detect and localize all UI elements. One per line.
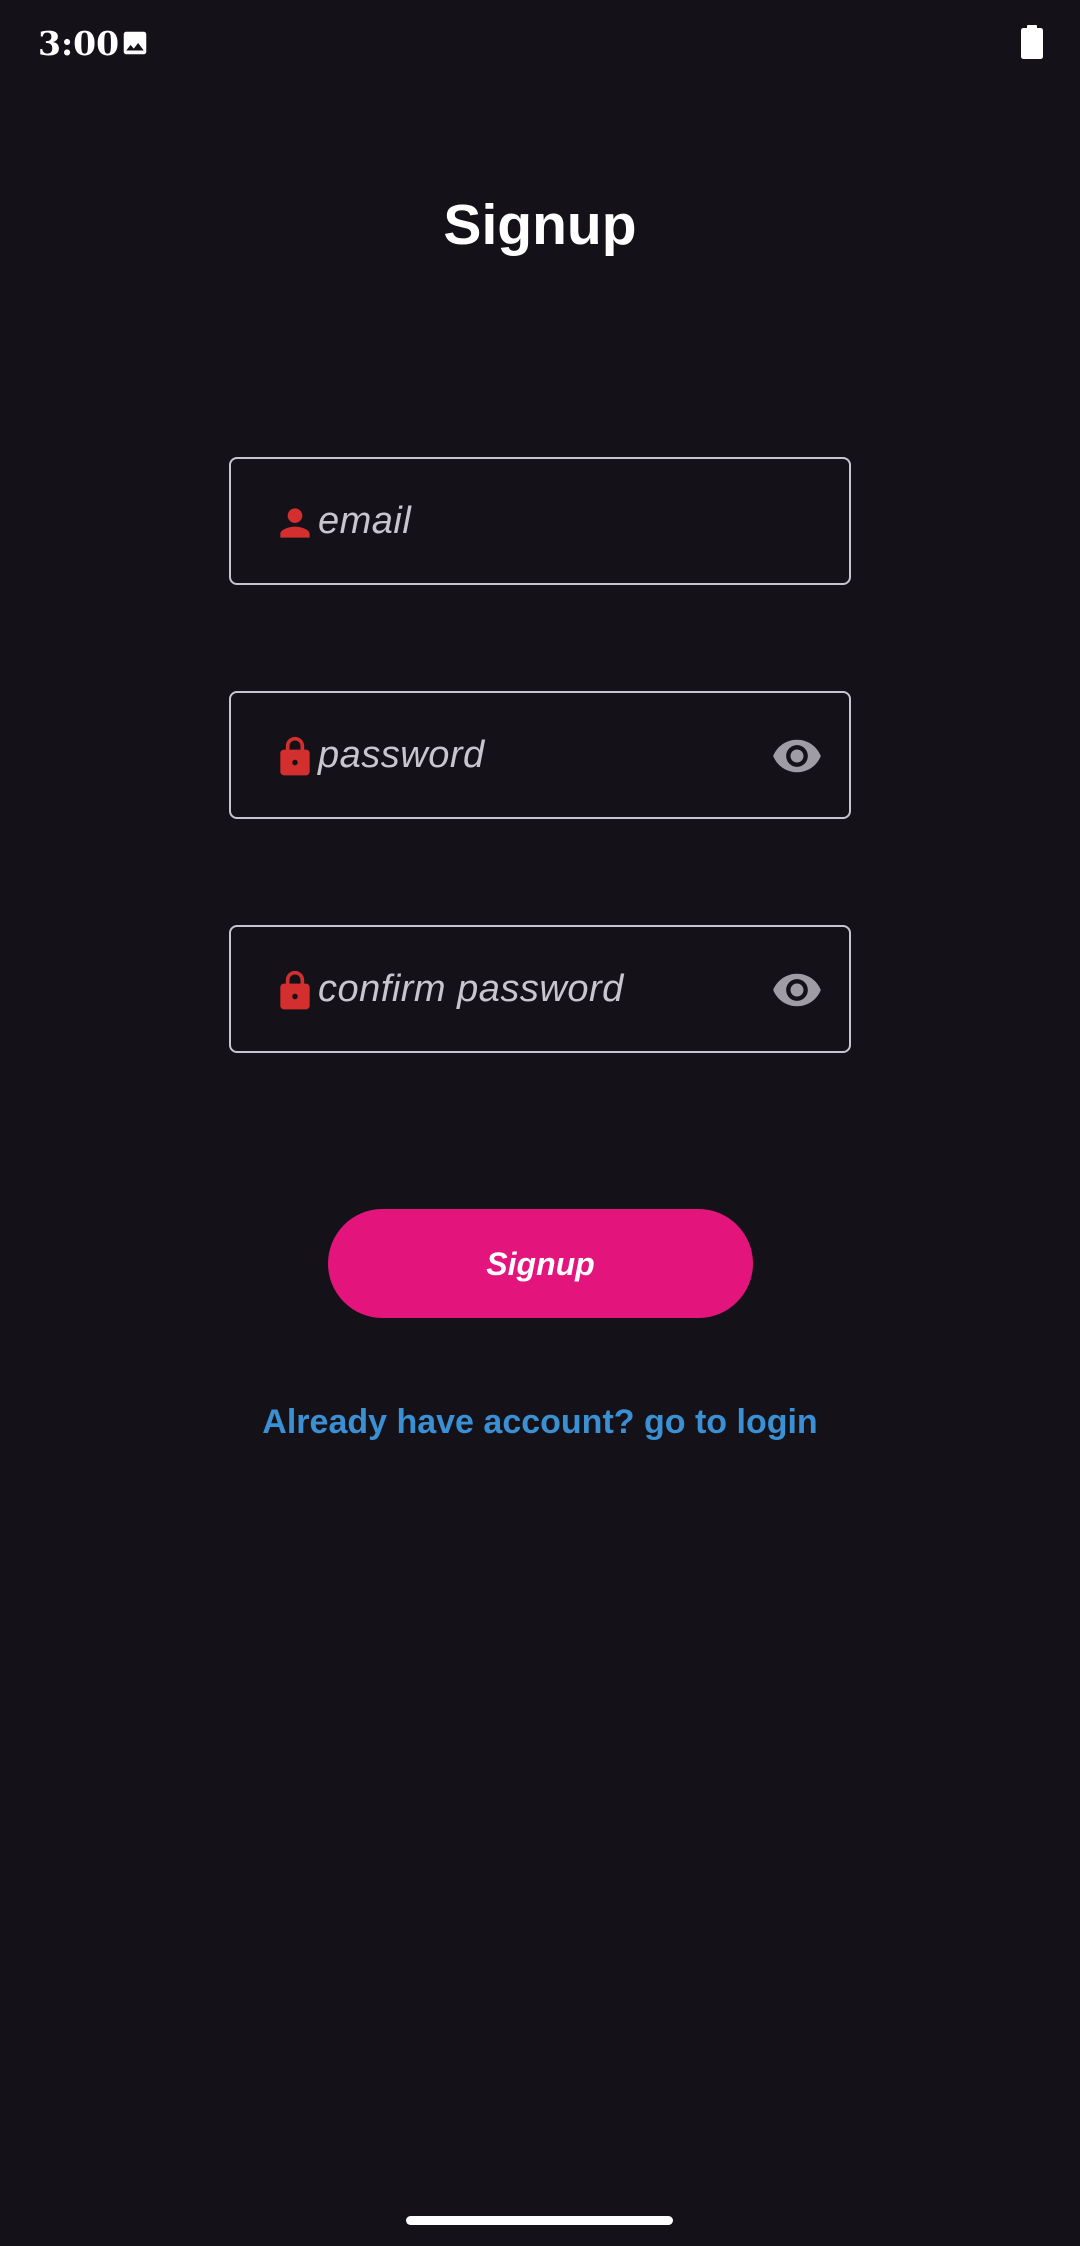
battery-icon [1021, 25, 1043, 59]
eye-icon[interactable] [771, 964, 823, 1016]
confirm-password-field[interactable]: confirm password [229, 925, 851, 1053]
status-bar: 3:00 [0, 0, 1080, 88]
signup-button[interactable]: Signup [328, 1209, 753, 1318]
home-indicator[interactable] [406, 2216, 673, 2225]
person-icon [280, 508, 310, 538]
eye-icon[interactable] [771, 730, 823, 782]
lock-icon [280, 736, 310, 776]
login-link[interactable]: Already have account? go to login [0, 1399, 1080, 1445]
password-placeholder: password [318, 734, 485, 776]
status-time: 3:00 [38, 24, 120, 63]
lock-icon [280, 970, 310, 1010]
password-field[interactable]: password [229, 691, 851, 819]
email-field[interactable]: email [229, 457, 851, 585]
page-title: Signup [443, 193, 637, 257]
email-placeholder: email [318, 500, 412, 542]
confirm-password-placeholder: confirm password [318, 968, 624, 1010]
image-icon [123, 31, 147, 55]
